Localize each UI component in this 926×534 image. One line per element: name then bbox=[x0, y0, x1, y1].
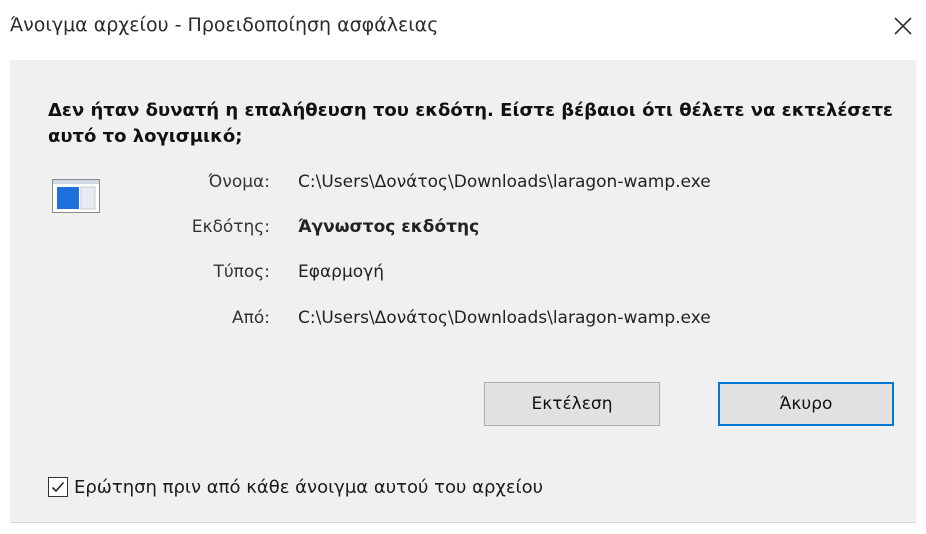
type-value: Εφαρμογή bbox=[298, 262, 385, 282]
close-icon bbox=[894, 17, 912, 35]
ask-before-open-option[interactable]: Ερώτηση πριν από κάθε άνοιγμα αυτού του … bbox=[48, 472, 543, 502]
name-label: Όνομα: bbox=[208, 172, 270, 192]
detail-row-from: Από: C:\Users\Δονάτος\Downloads\laragon-… bbox=[10, 303, 916, 333]
type-label: Τύπος: bbox=[213, 262, 270, 282]
ask-before-open-label: Ερώτηση πριν από κάθε άνοιγμα αυτού του … bbox=[74, 476, 544, 498]
close-button[interactable] bbox=[880, 6, 926, 46]
title-bar: Άνοιγμα αρχείου - Προειδοποίηση ασφάλεια… bbox=[0, 0, 926, 60]
detail-row-type: Τύπος: Εφαρμογή bbox=[10, 257, 916, 287]
window-title: Άνοιγμα αρχείου - Προειδοποίηση ασφάλεια… bbox=[10, 14, 439, 36]
detail-row-name: Όνομα: C:\Users\Δονάτος\Downloads\larago… bbox=[10, 167, 916, 197]
publisher-value: Άγνωστος εκδότης bbox=[298, 217, 480, 237]
checkmark-icon bbox=[51, 481, 65, 493]
publisher-label: Εκδότης: bbox=[191, 217, 270, 237]
security-warning-dialog: Άνοιγμα αρχείου - Προειδοποίηση ασφάλεια… bbox=[0, 0, 926, 534]
dialog-body: Δεν ήταν δυνατή η επαλήθευση του εκδότη.… bbox=[10, 60, 916, 523]
from-label: Από: bbox=[232, 308, 270, 328]
name-value: C:\Users\Δονάτος\Downloads\laragon-wamp.… bbox=[298, 172, 711, 192]
warning-message: Δεν ήταν δυνατή η επαλήθευση του εκδότη.… bbox=[48, 100, 893, 147]
cancel-button[interactable]: Άκυρο bbox=[718, 382, 894, 426]
from-value: C:\Users\Δονάτος\Downloads\laragon-wamp.… bbox=[298, 308, 711, 328]
ask-before-open-checkbox[interactable] bbox=[48, 477, 68, 497]
run-button[interactable]: Εκτέλεση bbox=[484, 382, 660, 426]
detail-row-publisher: Εκδότης: Άγνωστος εκδότης bbox=[10, 212, 916, 242]
